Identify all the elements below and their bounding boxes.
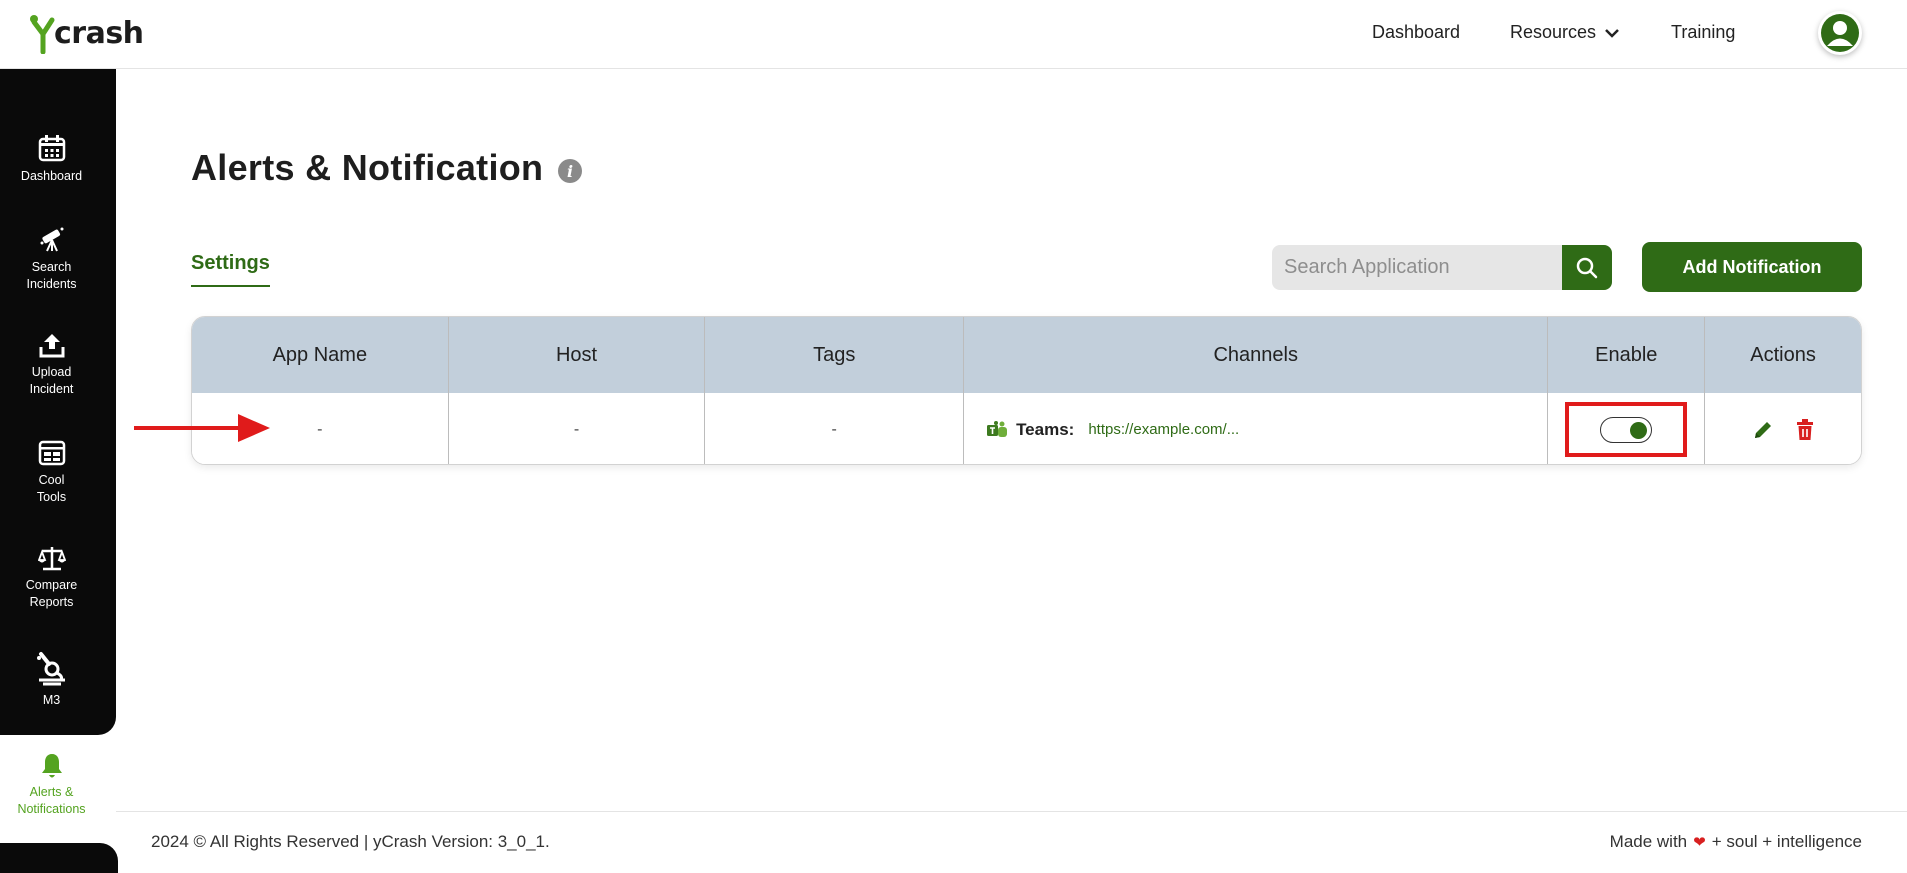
ycrash-logo[interactable]: crash — [30, 10, 144, 54]
sidebar-item-label: Dashboard — [20, 169, 83, 183]
sidebar-item-upload-incident[interactable]: Upload Incident — [0, 332, 103, 398]
enable-toggle[interactable] — [1600, 416, 1653, 443]
cell-actions — [1705, 393, 1861, 464]
footer-tagline: Made with ❤ + soul + intelligence — [1610, 832, 1862, 852]
annotation-arrow-icon — [134, 414, 270, 442]
edit-pencil-icon[interactable] — [1752, 419, 1774, 441]
teams-icon — [987, 420, 1008, 437]
calendar-icon — [38, 135, 65, 162]
page-title: Alerts & Notification — [191, 147, 544, 188]
column-header-channels: Channels — [964, 317, 1549, 393]
sidebar-item-m3[interactable]: M3 — [0, 650, 103, 709]
sidebar-item-cool-tools[interactable]: Cool Tools — [0, 440, 103, 506]
nav-dashboard[interactable]: Dashboard — [1372, 22, 1460, 43]
channel-url-link[interactable]: https://example.com/... — [1088, 421, 1239, 438]
notifications-table: App Name Host Tags Channels Enable Actio… — [191, 316, 1862, 465]
chevron-down-icon — [1605, 28, 1619, 38]
table-header: App Name Host Tags Channels Enable Actio… — [192, 317, 1861, 393]
delete-trash-icon[interactable] — [1796, 418, 1814, 441]
highlight-box — [1565, 402, 1688, 457]
sidebar-bottom-edge — [0, 843, 118, 873]
cell-tags: - — [705, 393, 965, 464]
sidebar-item-alerts-notifications[interactable]: Alerts & Notifications — [0, 752, 103, 818]
nav-resources[interactable]: Resources — [1510, 22, 1620, 43]
sidebar-item-label: Cool Tools — [36, 473, 67, 504]
sidebar-item-dashboard[interactable]: Dashboard — [0, 134, 103, 185]
footer-copyright: 2024 © All Rights Reserved | yCrash Vers… — [151, 832, 550, 851]
column-header-tags: Tags — [705, 317, 965, 393]
upload-icon — [39, 334, 64, 358]
nav-resources-label: Resources — [1510, 22, 1597, 42]
sidebar-item-label: Search Incidents — [26, 260, 77, 291]
logo-y-icon — [30, 15, 55, 54]
search-bar — [1272, 245, 1612, 290]
info-icon[interactable]: i — [558, 159, 582, 183]
nav-training[interactable]: Training — [1671, 22, 1735, 43]
sidebar-item-label: M3 — [42, 693, 61, 707]
top-bar: crash Dashboard Resources Training — [0, 0, 1907, 69]
microscope-icon — [36, 652, 65, 686]
column-header-actions: Actions — [1750, 343, 1816, 366]
channel-name: Teams: — [1016, 419, 1075, 439]
sidebar-item-label: Compare Reports — [25, 578, 78, 609]
sidebar-item-label: Upload Incident — [29, 365, 74, 396]
heart-icon: ❤ — [1693, 834, 1706, 851]
add-notification-button[interactable]: Add Notification — [1642, 242, 1862, 292]
cell-enable — [1548, 393, 1706, 464]
scale-icon — [37, 547, 66, 571]
footer-tagline-tail: + soul + intelligence — [1711, 832, 1862, 851]
logo-text: crash — [54, 16, 144, 51]
tab-settings[interactable]: Settings — [191, 252, 270, 287]
column-header-app-name: App Name — [192, 317, 449, 393]
column-header-enable: Enable — [1548, 317, 1706, 393]
cell-host: - — [449, 393, 706, 464]
tools-grid-icon — [38, 440, 65, 466]
user-avatar[interactable] — [1818, 11, 1862, 55]
user-icon — [1821, 14, 1859, 52]
sidebar-item-label: Alerts & Notifications — [17, 785, 86, 816]
sidebar-item-compare-reports[interactable]: Compare Reports — [0, 545, 103, 611]
search-input[interactable] — [1272, 245, 1562, 290]
footer-made-with: Made with — [1609, 832, 1688, 851]
telescope-icon — [40, 227, 63, 252]
footer: 2024 © All Rights Reserved | yCrash Vers… — [116, 811, 1907, 862]
search-icon — [1576, 257, 1598, 278]
cell-channels: Teams: https://example.com/... — [964, 393, 1549, 464]
column-header-host: Host — [449, 317, 706, 393]
table-row: - - - Teams: https://example.com/... — [192, 393, 1861, 464]
toggle-knob — [1630, 421, 1648, 439]
sidebar-item-search-incidents[interactable]: Search Incidents — [0, 225, 103, 293]
bell-icon — [41, 754, 62, 778]
search-button[interactable] — [1562, 245, 1612, 290]
